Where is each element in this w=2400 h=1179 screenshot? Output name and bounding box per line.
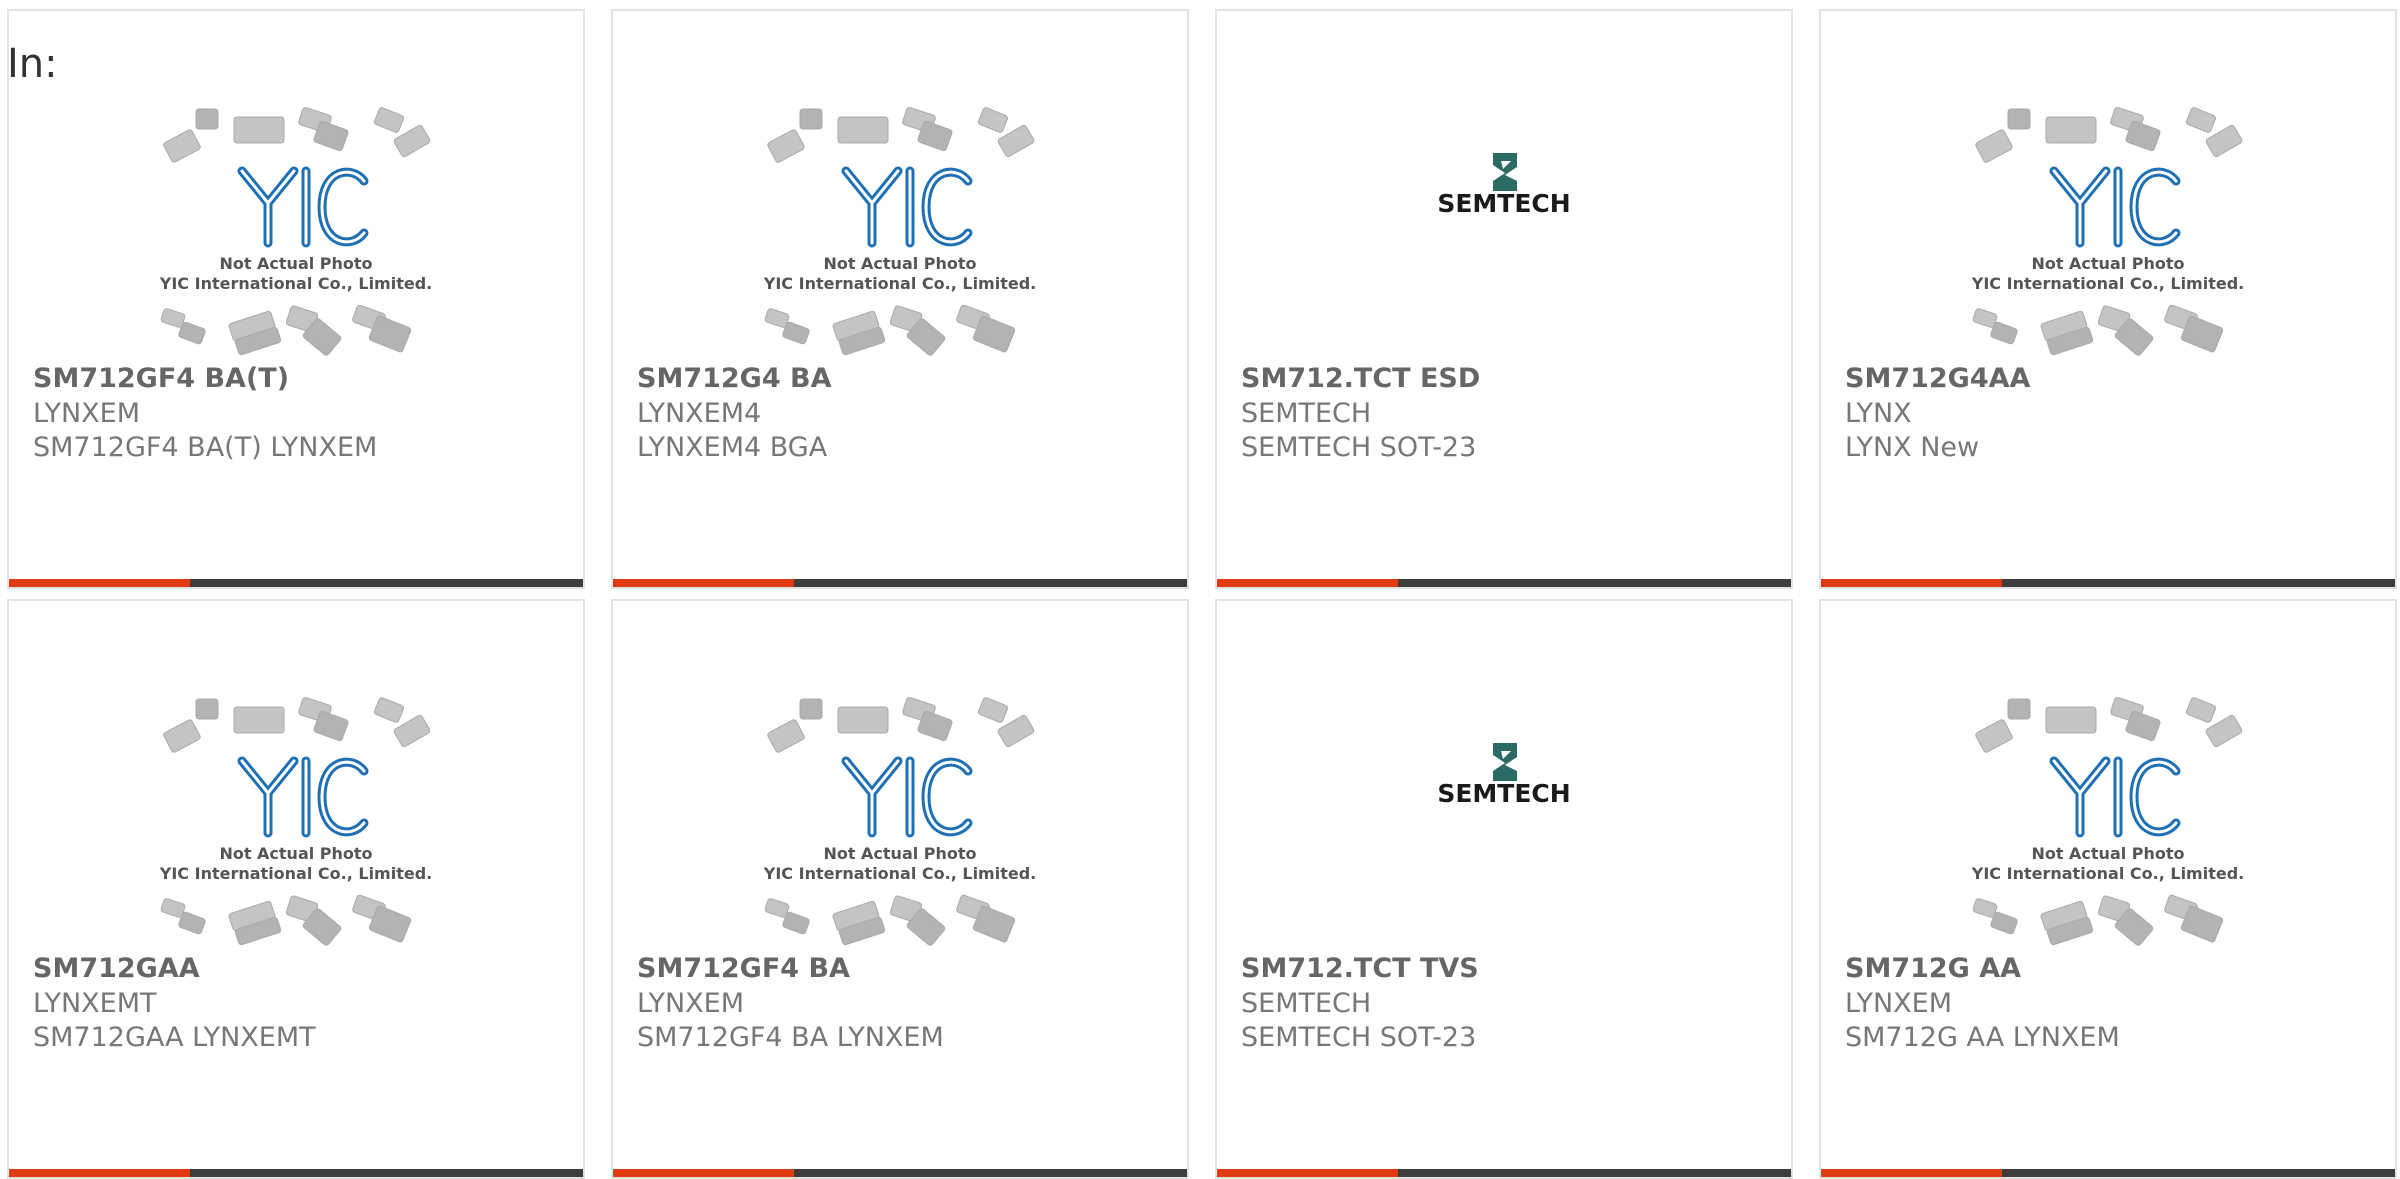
not-actual-photo-text: Not Actual Photo <box>823 254 976 273</box>
product-card[interactable]: Not Actual Photo YIC International Co., … <box>7 599 585 1179</box>
product-card[interactable]: Not Actual Photo YIC International Co., … <box>611 9 1189 589</box>
card-accent-bar <box>613 1169 1187 1177</box>
brand-name: LYNXEM <box>1845 988 1952 1019</box>
product-description: SM712G AA LYNXEM <box>1845 1022 2120 1053</box>
yic-company-text: YIC International Co., Limited. <box>763 864 1036 883</box>
part-number[interactable]: SM712G4AA <box>1845 361 2030 397</box>
product-image[interactable]: Not Actual Photo YIC International Co., … <box>9 11 583 356</box>
card-accent-bar <box>9 579 583 587</box>
product-description: LYNX New <box>1845 432 1980 463</box>
yic-placeholder-image: Not Actual Photo YIC International Co., … <box>159 697 432 946</box>
not-actual-photo-text: Not Actual Photo <box>2031 254 2184 273</box>
product-description: SEMTECH SOT-23 <box>1241 432 1477 463</box>
product-description: SM712GAA LYNXEMT <box>33 1022 316 1053</box>
filter-label: In: <box>7 41 58 87</box>
card-accent-bar <box>1217 1169 1791 1177</box>
product-description: LYNXEM4 BGA <box>637 432 828 463</box>
part-number[interactable]: SM712.TCT ESD <box>1241 361 1480 397</box>
semtech-logo: SEMTECH <box>1437 153 1571 215</box>
card-accent-bar <box>1821 579 2395 587</box>
product-card[interactable]: Not Actual Photo YIC International Co., … <box>611 599 1189 1179</box>
not-actual-photo-text: Not Actual Photo <box>219 844 372 863</box>
product-image[interactable]: Not Actual Photo YIC International Co., … <box>9 601 583 946</box>
yic-placeholder-image: Not Actual Photo YIC International Co., … <box>763 697 1036 946</box>
yic-company-text: YIC International Co., Limited. <box>1971 274 2244 293</box>
yic-placeholder-image: Not Actual Photo YIC International Co., … <box>1971 697 2244 946</box>
brand-name: SEMTECH <box>1241 398 1372 429</box>
not-actual-photo-text: Not Actual Photo <box>823 844 976 863</box>
yic-company-text: YIC International Co., Limited. <box>1971 864 2244 883</box>
product-description: SM712GF4 BA LYNXEM <box>637 1022 944 1053</box>
semtech-logo-text: SEMTECH <box>1437 779 1570 805</box>
brand-name: LYNXEM <box>637 988 744 1019</box>
part-number[interactable]: SM712G AA <box>1845 951 2021 987</box>
product-card[interactable]: SEMTECH SM712.TCT TVS SEMTECH SEMTECH SO… <box>1215 599 1793 1179</box>
product-description: SM712GF4 BA(T) LYNXEM <box>33 432 378 463</box>
brand-name: LYNXEM4 <box>637 398 762 429</box>
product-image[interactable]: Not Actual Photo YIC International Co., … <box>1821 601 2395 946</box>
yic-company-text: YIC International Co., Limited. <box>159 864 432 883</box>
card-accent-bar <box>9 1169 583 1177</box>
part-number[interactable]: SM712GF4 BA(T) <box>33 361 289 397</box>
part-number[interactable]: SM712.TCT TVS <box>1241 951 1479 987</box>
semtech-logo: SEMTECH <box>1437 743 1571 805</box>
product-image[interactable]: Not Actual Photo YIC International Co., … <box>613 11 1187 356</box>
product-description: SEMTECH SOT-23 <box>1241 1022 1477 1053</box>
product-card[interactable]: SEMTECH SM712.TCT ESD SEMTECH SEMTECH SO… <box>1215 9 1793 589</box>
product-image[interactable]: Not Actual Photo YIC International Co., … <box>1821 11 2395 356</box>
brand-name: SEMTECH <box>1241 988 1372 1019</box>
not-actual-photo-text: Not Actual Photo <box>219 254 372 273</box>
yic-placeholder-image: Not Actual Photo YIC International Co., … <box>159 107 432 356</box>
brand-name: LYNX <box>1845 398 1912 429</box>
part-number[interactable]: SM712G4 BA <box>637 361 832 397</box>
yic-placeholder-image: Not Actual Photo YIC International Co., … <box>1971 107 2244 356</box>
product-image[interactable]: Not Actual Photo YIC International Co., … <box>613 601 1187 946</box>
part-number[interactable]: SM712GAA <box>33 951 200 987</box>
product-image[interactable]: SEMTECH <box>1217 601 1791 841</box>
product-card[interactable]: Not Actual Photo YIC International Co., … <box>7 9 585 589</box>
part-number[interactable]: SM712GF4 BA <box>637 951 850 987</box>
brand-name: LYNXEM <box>33 398 140 429</box>
card-accent-bar <box>1217 579 1791 587</box>
not-actual-photo-text: Not Actual Photo <box>2031 844 2184 863</box>
yic-company-text: YIC International Co., Limited. <box>763 274 1036 293</box>
card-accent-bar <box>1821 1169 2395 1177</box>
yic-placeholder-image: Not Actual Photo YIC International Co., … <box>763 107 1036 356</box>
brand-name: LYNXEMT <box>33 988 157 1019</box>
yic-company-text: YIC International Co., Limited. <box>159 274 432 293</box>
product-image[interactable]: SEMTECH <box>1217 11 1791 251</box>
semtech-logo-text: SEMTECH <box>1437 189 1570 215</box>
product-card[interactable]: Not Actual Photo YIC International Co., … <box>1819 599 2397 1179</box>
product-card[interactable]: Not Actual Photo YIC International Co., … <box>1819 9 2397 589</box>
card-accent-bar <box>613 579 1187 587</box>
